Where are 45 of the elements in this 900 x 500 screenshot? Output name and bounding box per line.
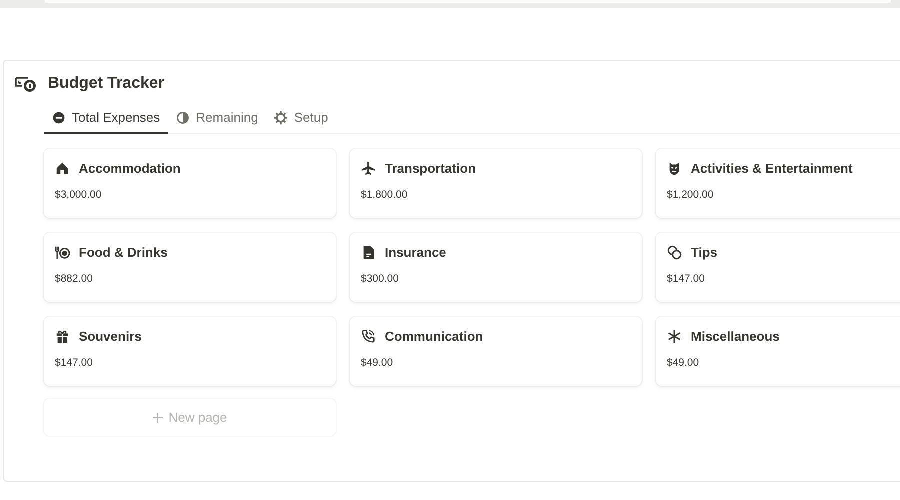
card-amount: $3,000.00 (55, 189, 103, 201)
gallery-card[interactable]: Souvenirs $147.00 (44, 317, 336, 386)
gallery-card[interactable]: Miscellaneous $49.00 (656, 317, 900, 386)
plus-icon (152, 412, 163, 422)
card-title: Communication (385, 329, 484, 344)
card-amount: $1,200.00 (667, 189, 715, 201)
card-amount: $49.00 (667, 357, 700, 369)
phone-icon (361, 329, 376, 344)
airplane-icon (361, 161, 376, 176)
money-icon (14, 74, 38, 94)
card-title: Activities & Entertainment (691, 161, 853, 176)
gallery-card[interactable]: Food & Drinks $882.00 (44, 233, 336, 302)
gallery-card[interactable]: Transportation $1,800.00 (350, 149, 642, 218)
fork-plate-icon (55, 245, 70, 260)
card-title: Transportation (385, 161, 476, 176)
card-amount: $1,800.00 (361, 189, 409, 201)
gallery-card[interactable]: Insurance $300.00 (350, 233, 642, 302)
card-amount: $147.00 (667, 273, 706, 285)
card-title: Insurance (385, 245, 446, 260)
card-amount: $882.00 (55, 273, 94, 285)
asterisk-icon (667, 329, 682, 344)
document-icon (361, 245, 376, 260)
house-icon (55, 161, 70, 176)
card-title: Food & Drinks (79, 245, 168, 260)
card-amount: $147.00 (55, 357, 94, 369)
view-tab[interactable]: Remaining (168, 106, 266, 134)
card-title: Tips (691, 245, 718, 260)
gift-icon (55, 329, 70, 344)
coins-icon (667, 245, 682, 260)
gallery-card[interactable]: Activities & Entertainment $1,200.00 (656, 149, 900, 218)
view-tab[interactable]: Setup (266, 106, 336, 134)
view-tab[interactable]: Total Expenses (44, 106, 168, 134)
database-title: Budget Tracker (48, 75, 164, 93)
card-title: Miscellaneous (691, 329, 780, 344)
half-circle-icon (176, 110, 190, 124)
card-amount: $49.00 (361, 357, 394, 369)
card-amount: $300.00 (361, 273, 400, 285)
gallery-card[interactable]: Communication $49.00 (350, 317, 642, 386)
gallery-card[interactable]: Tips $147.00 (656, 233, 900, 302)
mask-icon (667, 161, 682, 176)
card-title: Accommodation (79, 161, 181, 176)
gallery-card[interactable]: Accommodation $3,000.00 (44, 149, 336, 218)
card-title: Souvenirs (79, 329, 142, 344)
gear-icon (274, 110, 288, 124)
minus-circle-icon (52, 110, 66, 124)
